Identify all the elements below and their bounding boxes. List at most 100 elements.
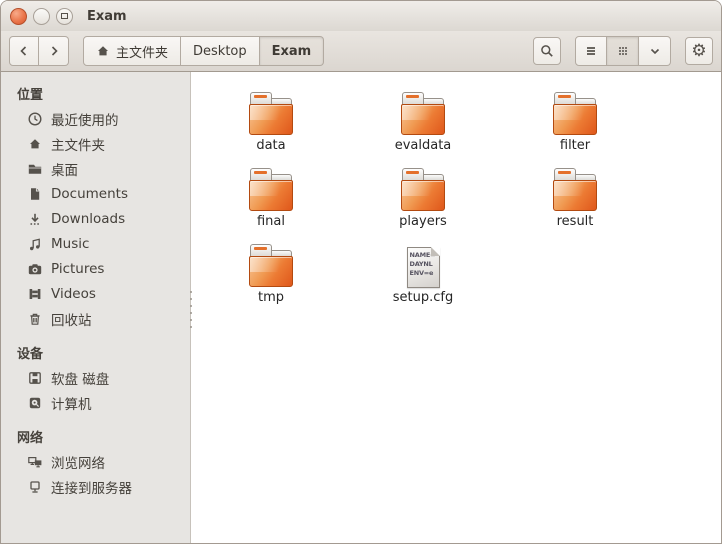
file-label: result bbox=[557, 214, 594, 230]
camera-icon bbox=[27, 261, 43, 277]
sidebar-item-Pictures[interactable]: Pictures bbox=[1, 256, 190, 281]
server-icon bbox=[27, 479, 43, 495]
harddisk-icon bbox=[27, 395, 43, 411]
grid-icon bbox=[615, 43, 631, 59]
breadcrumb-label: Desktop bbox=[193, 44, 247, 59]
sidebar-item-label: Pictures bbox=[51, 261, 104, 277]
sidebar-item-label: 计算机 bbox=[51, 393, 92, 413]
window-title: Exam bbox=[87, 9, 127, 24]
gear-icon: ⚙ bbox=[691, 43, 706, 60]
home-icon bbox=[96, 44, 110, 58]
sidebar-item-label: 回收站 bbox=[51, 309, 92, 329]
floppy-icon bbox=[27, 370, 43, 386]
sidebar-item-连接到服务器[interactable]: 连接到服务器 bbox=[1, 474, 190, 499]
home-icon bbox=[27, 137, 43, 151]
sidebar-section-header: 网络 bbox=[1, 423, 190, 449]
folder-tmp[interactable]: tmp bbox=[195, 240, 347, 316]
search-button[interactable] bbox=[533, 37, 561, 65]
folder-filter[interactable]: filter bbox=[499, 88, 651, 164]
document-icon bbox=[27, 186, 43, 202]
view-toggle bbox=[575, 36, 671, 66]
sidebar-item-Downloads[interactable]: Downloads bbox=[1, 206, 190, 231]
titlebar: Exam bbox=[1, 1, 721, 31]
file-preview-line: ENV=e bbox=[410, 269, 439, 278]
sidebar-item-软盘 磁盘[interactable]: 软盘 磁盘 bbox=[1, 365, 190, 390]
music-icon bbox=[27, 236, 43, 252]
trash-icon bbox=[27, 311, 43, 327]
file-label: filter bbox=[560, 138, 590, 154]
folder-result[interactable]: result bbox=[499, 164, 651, 240]
toolbar: 主文件夹 Desktop Exam ⚙ bbox=[1, 31, 721, 72]
folder-icon bbox=[553, 92, 597, 136]
text-file-icon: NAME=DAYNLENV=e bbox=[407, 247, 440, 288]
minimize-icon[interactable] bbox=[33, 8, 50, 25]
network-icon bbox=[27, 454, 43, 470]
sidebar-item-主文件夹[interactable]: 主文件夹 bbox=[1, 131, 190, 156]
list-view-button[interactable] bbox=[575, 36, 607, 66]
clock-icon bbox=[27, 111, 43, 127]
film-icon bbox=[27, 286, 43, 302]
sidebar-item-计算机[interactable]: 计算机 bbox=[1, 390, 190, 415]
folder-icon bbox=[553, 168, 597, 212]
chevron-down-icon bbox=[647, 43, 663, 59]
list-icon bbox=[583, 43, 599, 59]
breadcrumb-desktop[interactable]: Desktop bbox=[181, 36, 260, 66]
maximize-icon[interactable] bbox=[56, 8, 73, 25]
close-icon[interactable] bbox=[10, 8, 27, 25]
sidebar-item-回收站[interactable]: 回收站 bbox=[1, 306, 190, 331]
sidebar-item-label: Videos bbox=[51, 286, 96, 302]
content-area: 位置最近使用的主文件夹桌面 Documents Downloads Music Pict… bbox=[1, 72, 721, 543]
file-label: final bbox=[257, 214, 285, 230]
sidebar-section-header: 位置 bbox=[1, 80, 190, 106]
nav-buttons bbox=[9, 36, 69, 66]
sidebar-item-label: 连接到服务器 bbox=[51, 477, 132, 497]
chevron-right-icon bbox=[46, 43, 62, 59]
breadcrumb: 主文件夹 Desktop Exam bbox=[83, 36, 324, 66]
sidebar-item-最近使用的[interactable]: 最近使用的 bbox=[1, 106, 190, 131]
sidebar-item-浏览网络[interactable]: 浏览网络 bbox=[1, 449, 190, 474]
sidebar-item-label: Downloads bbox=[51, 211, 125, 227]
sidebar-item-label: 最近使用的 bbox=[51, 109, 119, 129]
folder-icon bbox=[401, 92, 445, 136]
sidebar-item-桌面[interactable]: 桌面 bbox=[1, 156, 190, 181]
desktop-folder-icon bbox=[27, 161, 43, 177]
forward-button[interactable] bbox=[39, 36, 69, 66]
file-preview-line: DAYNL bbox=[410, 260, 439, 269]
sidebar-item-label: Documents bbox=[51, 186, 128, 202]
file-grid: data evaldata filter final players resul… bbox=[191, 72, 721, 543]
folder-final[interactable]: final bbox=[195, 164, 347, 240]
folder-icon bbox=[249, 168, 293, 212]
pane-resize-handle[interactable] bbox=[188, 291, 193, 328]
grid-view-button[interactable] bbox=[607, 36, 639, 66]
file-preview-line: NAME= bbox=[410, 251, 439, 260]
folder-icon bbox=[249, 244, 293, 288]
folder-evaldata[interactable]: evaldata bbox=[347, 88, 499, 164]
sidebar-item-label: 主文件夹 bbox=[51, 134, 105, 154]
sidebar-item-label: 桌面 bbox=[51, 159, 78, 179]
sidebar-item-Videos[interactable]: Videos bbox=[1, 281, 190, 306]
folder-icon bbox=[249, 92, 293, 136]
file-setup.cfg[interactable]: NAME=DAYNLENV=e setup.cfg bbox=[347, 240, 499, 316]
breadcrumb-label: Exam bbox=[272, 44, 312, 59]
download-icon bbox=[27, 211, 43, 227]
folder-icon bbox=[401, 168, 445, 212]
sidebar-item-label: 软盘 磁盘 bbox=[51, 368, 109, 388]
view-options-button[interactable] bbox=[639, 36, 671, 66]
folder-players[interactable]: players bbox=[347, 164, 499, 240]
chevron-left-icon bbox=[16, 43, 32, 59]
breadcrumb-label: 主文件夹 bbox=[116, 42, 168, 61]
file-label: data bbox=[256, 138, 285, 154]
sidebar-item-label: Music bbox=[51, 236, 89, 252]
file-label: setup.cfg bbox=[393, 290, 453, 306]
back-button[interactable] bbox=[9, 36, 39, 66]
file-label: evaldata bbox=[395, 138, 452, 154]
file-label: players bbox=[399, 214, 447, 230]
folder-data[interactable]: data bbox=[195, 88, 347, 164]
search-icon bbox=[539, 43, 555, 59]
gear-button[interactable]: ⚙ bbox=[685, 37, 713, 65]
file-label: tmp bbox=[258, 290, 284, 306]
breadcrumb-exam[interactable]: Exam bbox=[260, 36, 325, 66]
sidebar-item-Music[interactable]: Music bbox=[1, 231, 190, 256]
sidebar-item-Documents[interactable]: Documents bbox=[1, 181, 190, 206]
breadcrumb-主文件夹[interactable]: 主文件夹 bbox=[83, 36, 181, 66]
